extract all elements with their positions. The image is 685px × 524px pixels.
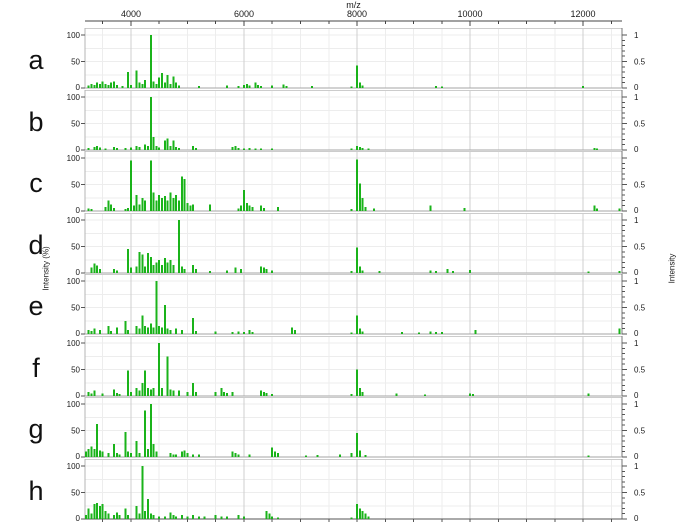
left-y-tick-label: 50 bbox=[71, 119, 80, 128]
right-y-tick-label: 0.5 bbox=[634, 304, 646, 313]
left-y-tick-label: 50 bbox=[71, 58, 80, 67]
right-y-tick-label: 1 bbox=[634, 400, 639, 409]
right-y-tick-label: 0.5 bbox=[634, 365, 646, 374]
spectrum-panel-a: a10050010.50 bbox=[28, 28, 646, 91]
spectrum-panel-d: d10050010.50 bbox=[28, 212, 646, 276]
grid bbox=[81, 89, 627, 151]
spectrum-panel-b: b10050010.50 bbox=[28, 89, 646, 153]
left-y-tick-label: 100 bbox=[67, 93, 81, 102]
grid bbox=[81, 274, 627, 335]
right-y-tick-label: 0.5 bbox=[634, 427, 646, 436]
spectrum-panel-c: c1005000.50 bbox=[29, 151, 646, 214]
left-y-tick-label: 50 bbox=[71, 488, 80, 497]
panel-letter: a bbox=[28, 45, 44, 75]
left-y-tick-label: 100 bbox=[67, 216, 81, 225]
spectrum-panel-e: e10050010.50 bbox=[28, 274, 646, 337]
left-y-tick-label: 100 bbox=[67, 154, 81, 163]
left-y-tick-label: 50 bbox=[71, 242, 80, 251]
panel-letter: b bbox=[28, 107, 43, 137]
right-y-tick-label: 1 bbox=[634, 31, 639, 40]
right-y-tick-label: 0.5 bbox=[634, 181, 646, 190]
left-y-tick-label: 0 bbox=[76, 514, 81, 522]
spectrum-panel-f: f10050010.50 bbox=[32, 335, 646, 399]
panel-letter: c bbox=[29, 168, 43, 198]
left-y-axis-title: Intensity (%) bbox=[41, 246, 51, 291]
right-y-tick-label: 1 bbox=[634, 277, 639, 286]
right-y-tick-label: 0 bbox=[634, 514, 639, 522]
left-y-tick-label: 100 bbox=[67, 339, 81, 348]
right-y-tick-label: 1 bbox=[634, 462, 639, 471]
right-y-tick-label: 1 bbox=[634, 93, 639, 102]
grid bbox=[81, 397, 627, 458]
left-y-tick-label: 100 bbox=[67, 31, 81, 40]
panel-letter: g bbox=[28, 414, 43, 444]
grid bbox=[81, 212, 627, 274]
peaks bbox=[87, 159, 621, 211]
spectrum-panel-h: h 100 50 0 1 0.5 0 bbox=[28, 458, 646, 522]
left-y-tick-label: 50 bbox=[71, 304, 80, 313]
grid bbox=[81, 335, 627, 397]
right-y-tick-label: 0.5 bbox=[634, 242, 646, 251]
left-y-tick-label: 50 bbox=[71, 427, 80, 436]
right-y-tick-label: 0.5 bbox=[634, 488, 646, 497]
left-y-tick-label: 100 bbox=[67, 462, 81, 471]
panel-letter: h bbox=[28, 476, 43, 506]
left-y-tick-label: 50 bbox=[71, 365, 80, 374]
right-y-tick-label: 1 bbox=[634, 216, 639, 225]
spectrum-panel-g: g10050010.50 bbox=[28, 397, 646, 460]
panel-letter: f bbox=[32, 353, 40, 383]
right-y-axis-title: Intensity bbox=[667, 253, 677, 284]
left-y-tick-label: 100 bbox=[67, 400, 81, 409]
mass-spectra-figure: m/z 4000 6000 8000 10000 12000 a 100 50 0 1 0.5 0 b… bbox=[0, 0, 685, 524]
right-y-tick-label: 1 bbox=[634, 339, 639, 348]
right-y-tick-label: 0.5 bbox=[634, 58, 646, 67]
spectra-panels: a 100 50 0 1 0.5 0 b 100 50 0 1 0.5 0 c 100 50 0 0.5 0 d 100 5… bbox=[0, 0, 685, 524]
grid bbox=[81, 458, 627, 522]
left-y-tick-label: 100 bbox=[67, 277, 81, 286]
right-y-tick-label: 0.5 bbox=[634, 119, 646, 128]
left-y-tick-label: 50 bbox=[71, 181, 80, 190]
